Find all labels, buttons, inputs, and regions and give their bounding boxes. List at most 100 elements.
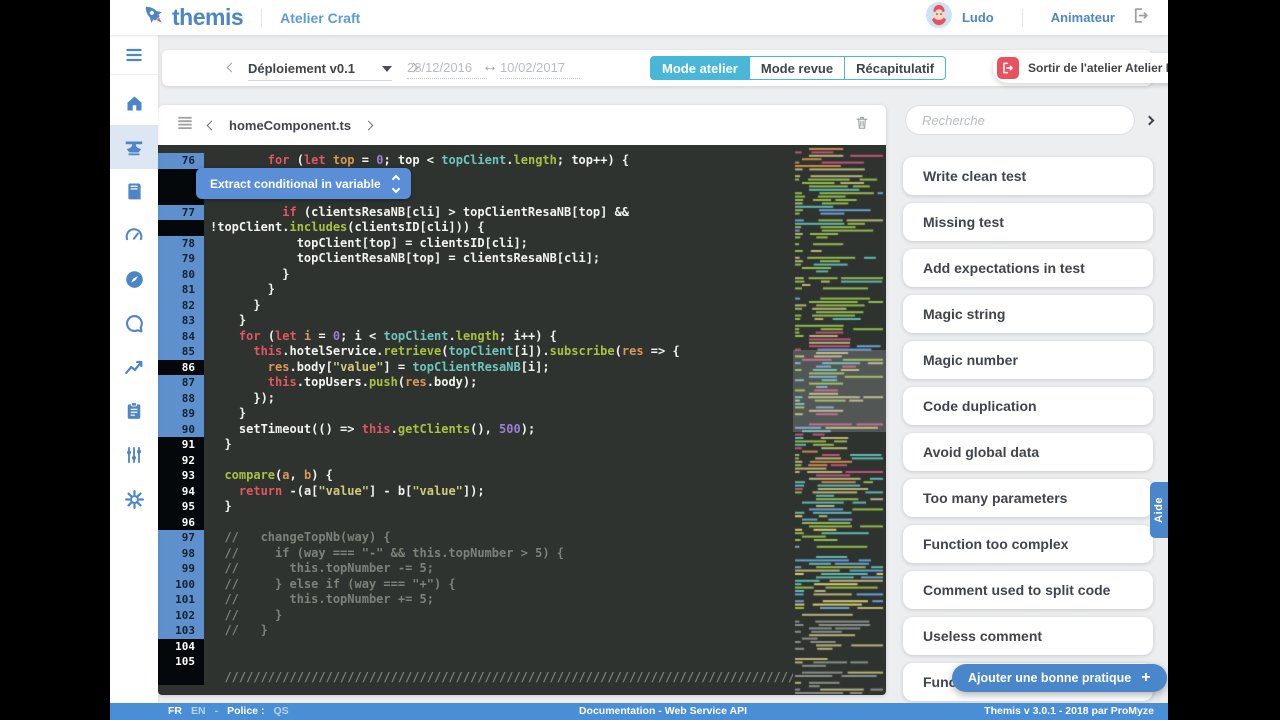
sidebar-item-reports[interactable] (110, 389, 158, 433)
code-line-text: // } (204, 623, 793, 639)
line-number[interactable]: 81 (158, 282, 204, 298)
practice-item[interactable]: Too many parameters (903, 479, 1153, 517)
code-line-text: this.topUsers.push(res.body); (204, 375, 793, 391)
line-number[interactable]: 84 (158, 329, 204, 345)
line-number[interactable]: 82 (158, 298, 204, 314)
mode-toggle-group: Mode atelier Mode revue Récapitulatif (650, 56, 946, 80)
user-name[interactable]: Ludo (962, 10, 994, 25)
help-tab[interactable]: Aide (1150, 482, 1168, 538)
practice-item[interactable]: Function too complex (903, 525, 1153, 563)
line-number[interactable] (158, 670, 204, 686)
date-start-field[interactable]: 28/12/2016 (407, 60, 487, 79)
file-list-icon[interactable] (176, 114, 194, 137)
sidebar-item-dashboard[interactable] (110, 213, 158, 257)
practice-item[interactable]: Magic number (903, 341, 1153, 379)
code-line-text: topClient[top] = clientsID[cli]; (204, 236, 793, 252)
refactor-tooltip[interactable]: Extract conditional in variable (196, 168, 411, 199)
avatar[interactable] (926, 2, 952, 33)
line-number[interactable]: 105 (158, 654, 204, 670)
line-number[interactable] (158, 220, 204, 236)
code-line-text: // changeTopNb(way) { (204, 530, 793, 546)
line-number[interactable]: 86 (158, 360, 204, 376)
line-number[interactable]: 92 (158, 453, 204, 469)
line-number[interactable]: 78 (158, 236, 204, 252)
practice-item[interactable]: Comment used to split code (903, 571, 1153, 609)
file-next-chevron-icon[interactable] (364, 120, 374, 130)
panel-collapse-chevron-icon[interactable] (1145, 115, 1155, 125)
line-number[interactable]: 101 (158, 592, 204, 608)
search-input[interactable] (905, 105, 1135, 135)
practice-item[interactable]: Avoid global data (903, 433, 1153, 471)
line-number[interactable]: 99 (158, 561, 204, 577)
code-line: 92 (158, 453, 793, 469)
minimap-viewport[interactable] (793, 350, 886, 432)
line-number[interactable]: 90 (158, 422, 204, 438)
line-number[interactable]: 85 (158, 344, 204, 360)
sidebar (110, 35, 158, 703)
chevron-up-icon[interactable] (391, 174, 399, 182)
exit-icon (997, 57, 1019, 79)
line-number[interactable]: 104 (158, 639, 204, 655)
code-line-text: topClientResaNB[top] = clientsResaNB[cli… (204, 251, 793, 267)
practice-item[interactable]: Magic string (903, 295, 1153, 333)
code-lines: 76 for (let top = 0; top < topClient.len… (158, 145, 793, 695)
code-line: 96 (158, 515, 793, 531)
practice-item[interactable]: Write clean test (903, 157, 1153, 195)
editor-header: homeComponent.ts (158, 105, 886, 145)
date-end-field[interactable]: 10/02/2017 (500, 60, 580, 79)
book-icon (124, 181, 145, 202)
line-number[interactable]: 91 (158, 437, 204, 453)
plus-icon: + (1141, 670, 1150, 686)
practice-item[interactable]: Missing test (903, 203, 1153, 241)
app-window: themis Atelier Craft Ludo Animateur (110, 0, 1168, 720)
sidebar-item-statistics[interactable] (110, 345, 158, 389)
code-line: 97 // changeTopNb(way) { (158, 530, 793, 546)
code-line-text (204, 515, 793, 531)
exit-workshop-button[interactable]: Sortir de l'atelier Atelier Front-End (993, 53, 1168, 83)
mode-atelier-button[interactable]: Mode atelier (650, 56, 750, 80)
line-number[interactable]: 83 (158, 313, 204, 329)
sidebar-item-menu[interactable] (110, 35, 158, 75)
sidebar-item-home[interactable] (110, 81, 158, 125)
sidebar-item-craft[interactable] (110, 125, 158, 169)
exit-workshop-label: Sortir de l'atelier Atelier Front-End (1028, 61, 1168, 75)
file-prev-chevron-icon[interactable] (207, 120, 217, 130)
sidebar-item-preferences[interactable] (110, 477, 158, 521)
line-number[interactable]: 95 (158, 499, 204, 515)
sidebar-item-settings[interactable] (110, 433, 158, 477)
logout-icon[interactable] (1131, 6, 1150, 30)
practice-item[interactable]: Code duplication (903, 387, 1153, 425)
line-number[interactable]: 94 (158, 484, 204, 500)
sidebar-item-explore[interactable] (110, 257, 158, 301)
sidebar-item-journal[interactable] (110, 169, 158, 213)
version-select[interactable]: Déploiement v0.1 (248, 57, 392, 81)
line-number[interactable]: 89 (158, 406, 204, 422)
code-line-text: } (204, 282, 793, 298)
logo-text[interactable]: themis (172, 4, 243, 31)
line-number[interactable]: 97 (158, 530, 204, 546)
code-line-text: res.body["value"] = topClientResaNB[i]; (204, 360, 793, 376)
line-number[interactable]: 76 (158, 153, 204, 169)
sidebar-item-discussions[interactable] (110, 301, 158, 345)
version-prev-chevron-icon[interactable] (227, 63, 237, 73)
line-number[interactable]: 103 (158, 623, 204, 639)
line-number[interactable]: 93 (158, 468, 204, 484)
code-line: 104 (158, 639, 793, 655)
trash-icon[interactable] (854, 114, 870, 136)
add-practice-button[interactable]: Ajouter une bonne pratique + (952, 664, 1167, 692)
code-line-text: // this.topNumber -= 5; (204, 561, 793, 577)
line-number[interactable]: 102 (158, 608, 204, 624)
line-number[interactable]: 88 (158, 391, 204, 407)
practice-item[interactable]: Useless comment (903, 617, 1153, 655)
line-number[interactable]: 80 (158, 267, 204, 283)
line-number[interactable]: 98 (158, 546, 204, 562)
mode-revue-button[interactable]: Mode revue (749, 56, 845, 80)
line-number[interactable]: 79 (158, 251, 204, 267)
mode-recapitulatif-button[interactable]: Récapitulatif (844, 56, 946, 80)
practice-item[interactable]: Add expectations in test (903, 249, 1153, 287)
line-number[interactable]: 87 (158, 375, 204, 391)
line-number[interactable]: 96 (158, 515, 204, 531)
line-number[interactable]: 77 (158, 205, 204, 221)
chevron-down-icon[interactable] (391, 184, 399, 192)
line-number[interactable]: 100 (158, 577, 204, 593)
